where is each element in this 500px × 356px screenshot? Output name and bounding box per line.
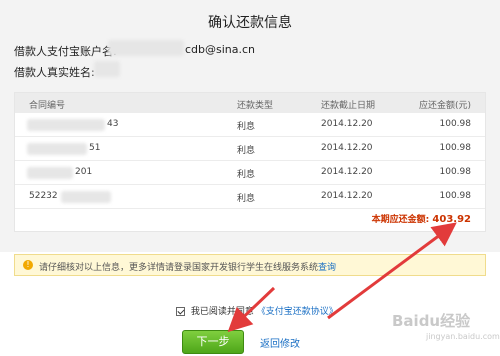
total-due: 本期应还金额: 403.92	[372, 212, 471, 225]
page-title: 确认还款信息	[208, 15, 292, 31]
amount-cell: 100.98	[439, 191, 472, 201]
table-header: 合同编号 还款类型 还款截止日期 应还金额(元)	[15, 93, 485, 113]
back-modify-link[interactable]: 返回修改	[260, 335, 300, 350]
repayment-table: 合同编号 还款类型 还款截止日期 应还金额(元) 43 利息 2014.12.2…	[14, 92, 486, 232]
agree-checkbox[interactable]	[176, 307, 185, 316]
date-cell: 2014.12.20	[321, 167, 373, 177]
contract-mask	[27, 143, 87, 155]
notice-text: 请仔细核对以上信息，更多详情请登录国家开发银行学生在线服务系统	[39, 263, 319, 273]
contract-cell: 51	[89, 143, 101, 153]
next-button[interactable]: 下一步	[182, 330, 244, 354]
notice-text-wrap: 请仔细核对以上信息，更多详情请登录国家开发银行学生在线服务系统查询	[39, 260, 336, 273]
contract-mask	[27, 119, 105, 131]
header-type: 还款类型	[237, 101, 274, 111]
total-label: 本期应还金额:	[371, 215, 430, 225]
date-cell: 2014.12.20	[321, 143, 373, 153]
notice-bar: ! 请仔细核对以上信息，更多详情请登录国家开发银行学生在线服务系统查询	[14, 254, 486, 276]
table-row: 201 利息 2014.12.20 100.98	[15, 161, 485, 185]
table-row: 43 利息 2014.12.20 100.98	[15, 113, 485, 137]
header-contract: 合同编号	[29, 101, 66, 111]
watermark-url: jingyan.baidu.com	[426, 332, 500, 341]
agreement-text: 我已阅读并同意	[190, 307, 254, 317]
contract-cell: 43	[107, 119, 119, 129]
header-date: 还款截止日期	[321, 101, 376, 111]
contract-cell: 52232	[29, 191, 58, 201]
type-cell: 利息	[237, 170, 256, 180]
contract-cell: 201	[75, 167, 93, 177]
amount-cell: 100.98	[439, 167, 472, 177]
amount-cell: 100.98	[439, 119, 472, 129]
notice-query-link[interactable]: 查询	[318, 263, 336, 273]
contract-mask	[61, 191, 111, 203]
agreement-link[interactable]: 《支付宝还款协议》	[257, 307, 338, 317]
name-mask	[94, 61, 120, 77]
type-cell: 利息	[237, 122, 256, 132]
table-row: 52232 利息 2014.12.20 100.98	[15, 185, 485, 209]
agreement-row: 我已阅读并同意 《支付宝还款协议》	[176, 304, 338, 317]
account-label: 借款人支付宝账户名:	[14, 45, 117, 58]
header-amount: 应还金额(元)	[418, 101, 471, 111]
contract-mask	[27, 167, 73, 179]
type-cell: 利息	[237, 194, 256, 204]
watermark-logo: Baidu经验	[392, 312, 471, 330]
account-mask	[108, 40, 184, 56]
date-cell: 2014.12.20	[321, 191, 373, 201]
account-value: cdb@sina.cn	[185, 43, 256, 56]
name-label: 借款人真实姓名:	[14, 66, 95, 79]
table-row: 51 利息 2014.12.20 100.98	[15, 137, 485, 161]
amount-cell: 100.98	[439, 143, 472, 153]
date-cell: 2014.12.20	[321, 119, 373, 129]
type-cell: 利息	[237, 146, 256, 156]
info-icon: !	[23, 260, 33, 270]
total-amount: 403.92	[432, 214, 471, 225]
